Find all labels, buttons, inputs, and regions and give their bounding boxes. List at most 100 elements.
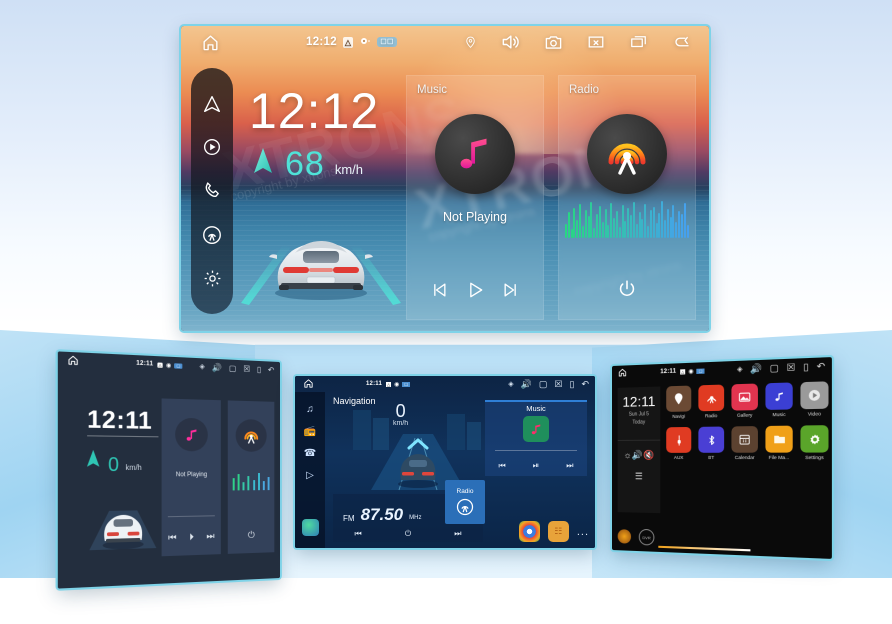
browser-app-icon[interactable] [518,521,540,542]
thumb-mid-app-shortcuts[interactable]: ☷ ... [518,521,589,542]
volume-icon[interactable]: 🔊 [212,362,222,372]
app-item[interactable]: Settings [800,425,829,460]
recent-apps-icon[interactable] [628,33,649,51]
thumb-right-bottom-shortcuts[interactable]: DVR [617,528,655,546]
location-pin-icon[interactable]: ◈ [737,365,743,374]
radio-transport-controls[interactable]: ⏮ ⏻ ⏭ [333,529,483,539]
app-item[interactable]: File Ma... [765,425,793,461]
left-dock[interactable] [191,68,233,314]
progress-track[interactable] [495,450,577,451]
radio-scan-button[interactable]: ⏻ [405,529,411,539]
equalizer-bar [669,217,672,238]
music-transport-controls[interactable] [407,280,543,305]
back-arrow-icon[interactable]: ↶ [268,365,274,374]
thumbnail-app-drawer[interactable]: 12:11 △ ◉ ☐ ◈ 🔊 ▢ ☒ ▯ ↶ 12:11 Sun Jul 5 … [612,357,832,559]
app-item[interactable]: Navigi [666,385,692,420]
radio-controls[interactable] [559,278,695,305]
app-item[interactable]: Calendar [731,426,758,460]
radio-tower-art [587,114,667,194]
media-play-icon[interactable] [199,134,225,160]
thumb-mid-music-card[interactable]: Music ⏮ ⏯ ⏭ [485,400,587,476]
previous-track-button[interactable]: ⏮ [499,461,506,471]
close-box-icon[interactable]: ☒ [554,379,562,390]
steering-wheel-icon[interactable] [617,529,632,544]
music-note-icon[interactable]: ♫ [306,404,314,415]
camera-icon[interactable]: ▢ [229,363,236,373]
volume-icon[interactable]: 🔊 [521,379,532,390]
media-play-icon[interactable]: ▷ [306,470,314,481]
camera-icon[interactable]: ▢ [539,379,548,390]
thumbnail-navigation-screen[interactable]: 12:11 △ ◉ ☐ ◈ 🔊 ▢ ☒ ▯ ↶ ♫ 📻 ☎ ▷ Navigati… [295,376,595,548]
power-toggle-button[interactable] [616,278,638,305]
apps-launcher-icon[interactable] [301,519,319,536]
navigation-icon[interactable] [199,91,225,117]
camera-icon[interactable] [543,33,564,52]
next-track-button[interactable]: ⏭ [206,531,214,543]
thumb-right-date: Sun Jul 5 Today [618,411,661,427]
volume-toggle-icon[interactable]: 🔊 [632,450,643,461]
radio-equalizer [232,472,270,491]
phone-icon[interactable]: ☎ [304,448,316,459]
location-pin-icon[interactable]: ◈ [200,362,205,370]
home-icon[interactable] [618,367,628,379]
recent-apps-icon[interactable]: ▯ [803,361,809,373]
music-widget-card[interactable]: Music Not Playing [406,75,544,320]
app-item[interactable]: Gallery [731,383,758,418]
calculator-app-icon[interactable]: ☷ [547,521,569,542]
app-item[interactable]: Radio [698,384,725,419]
next-track-button[interactable] [500,280,522,305]
home-icon[interactable] [201,33,220,52]
close-box-icon[interactable] [586,33,606,51]
volume-icon[interactable] [499,32,521,52]
play-button[interactable] [464,280,486,305]
recent-apps-icon[interactable]: ▯ [570,379,575,390]
thumb-left-radio-card[interactable]: ⏻ [227,400,275,554]
equalizer-bar [584,210,587,238]
volume-icon[interactable]: 🔊 [750,363,762,375]
radio-previous-button[interactable]: ⏮ [355,529,362,539]
thumb-left-music-card[interactable]: Not Playing ⏮ ⏵ ⏭ [161,398,221,557]
back-arrow-icon[interactable]: ↶ [817,360,826,372]
phone-icon[interactable] [199,178,225,204]
location-pin-icon[interactable]: ◈ [508,380,513,388]
music-album-art [523,416,549,442]
app-item[interactable]: Video [800,381,829,417]
home-icon[interactable] [67,353,79,368]
thumb-right-clock-widget[interactable]: 12:11 Sun Jul 5 Today ☼ 🔊 🔇 ☰ [617,386,661,514]
radio-icon[interactable]: 📻 [304,426,316,437]
radio-icon[interactable] [199,222,225,248]
thumb-mid-radio-badge[interactable]: Radio [445,480,485,524]
back-arrow-icon[interactable] [671,33,693,51]
thumb-mid-dock[interactable]: ♫ 📻 ☎ ▷ [295,392,325,548]
more-apps-button[interactable]: ... [577,526,589,538]
dvr-icon[interactable]: DVR [638,528,655,546]
equalizer-bar [641,219,644,238]
thumbnail-home-dark[interactable]: 12:11 △ ◉ ☐ ◈ 🔊 ▢ ☒ ▯ ↶ 12:11 0 km/h Not… [57,351,281,589]
home-icon[interactable] [303,378,314,391]
back-arrow-icon[interactable]: ↶ [581,379,589,390]
camera-icon[interactable]: ▢ [770,362,779,374]
radio-next-button[interactable]: ⏭ [454,529,461,539]
app-item[interactable]: Music [765,382,793,417]
next-track-button[interactable]: ⏭ [566,461,573,471]
app-item[interactable]: BT [698,426,725,461]
previous-track-button[interactable] [428,280,450,305]
close-box-icon[interactable]: ☒ [243,364,250,373]
mute-toggle-icon[interactable]: 🔇 [643,450,654,461]
location-pin-icon[interactable] [464,36,477,49]
previous-track-button[interactable]: ⏮ [168,532,176,544]
power-toggle-button[interactable]: ⏻ [228,529,275,541]
brightness-toggle-icon[interactable]: ☼ [624,450,632,461]
music-transport-controls[interactable]: ⏮ ⏵ ⏭ [162,531,221,544]
radio-widget-card[interactable]: Radio [558,75,696,320]
play-button[interactable]: ⏵ [189,531,194,543]
main-head-unit-screen[interactable]: XTRONS copyright by xtrons XTRONS copyri… [181,26,709,331]
play-pause-button[interactable]: ⏯ [533,461,539,471]
app-item[interactable]: AUX [666,426,692,460]
settings-gear-icon[interactable] [199,265,225,291]
close-box-icon[interactable]: ☒ [787,361,796,373]
recent-apps-icon[interactable]: ▯ [257,364,261,373]
music-transport-controls[interactable]: ⏮ ⏯ ⏭ [485,461,587,471]
app-drawer-grid[interactable]: Navigi Radio Gallery Music Video AUX BT … [666,381,829,461]
equalizer-toggle-icon[interactable]: ☰ [635,471,643,482]
